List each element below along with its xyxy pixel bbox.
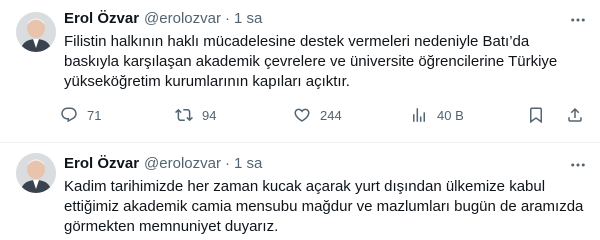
tweet-header: Erol Özvar @erolozvar · 1 sa <box>64 8 262 28</box>
repost-button[interactable]: 94 <box>175 104 216 126</box>
more-icon[interactable] <box>568 10 588 30</box>
views-button[interactable]: 40 B <box>410 104 464 126</box>
tweet-header: Erol Özvar @erolozvar · 1 sa <box>64 153 262 173</box>
repost-count: 94 <box>202 107 217 123</box>
bookmark-icon <box>530 107 542 124</box>
timestamp[interactable]: 1 sa <box>234 10 262 27</box>
reply-count: 71 <box>87 107 102 123</box>
like-button[interactable]: 244 <box>293 104 342 126</box>
like-icon <box>294 108 310 122</box>
timestamp[interactable]: 1 sa <box>234 155 262 172</box>
tweet[interactable]: Erol Özvar @erolozvar · 1 sa Kadim tarih… <box>0 142 600 240</box>
author-name[interactable]: Erol Özvar <box>64 155 139 172</box>
share-icon <box>568 107 582 122</box>
tweet-actions: 71 94 244 40 B <box>60 104 588 126</box>
author-handle[interactable]: @erolozvar <box>144 10 221 27</box>
share-button[interactable] <box>566 104 584 126</box>
tweet[interactable]: Erol Özvar @erolozvar · 1 sa Filistin ha… <box>0 0 600 142</box>
views-icon <box>413 108 425 122</box>
like-count: 244 <box>320 107 342 123</box>
separator: · <box>224 154 230 172</box>
separator: · <box>224 9 230 27</box>
author-handle[interactable]: @erolozvar <box>144 155 221 172</box>
avatar[interactable] <box>16 12 56 52</box>
repost-icon <box>175 108 193 122</box>
bookmark-button[interactable] <box>527 104 545 126</box>
reply-button[interactable]: 71 <box>60 104 101 126</box>
author-name[interactable]: Erol Özvar <box>64 10 139 27</box>
tweet-text: Kadim tarihimizde her zaman kucak açarak… <box>64 178 584 235</box>
tweet-text: Filistin halkının haklı mücadelesine des… <box>64 33 558 90</box>
more-icon[interactable] <box>568 155 588 175</box>
reply-icon <box>61 107 77 123</box>
avatar[interactable] <box>16 153 56 193</box>
view-count: 40 B <box>437 107 464 123</box>
